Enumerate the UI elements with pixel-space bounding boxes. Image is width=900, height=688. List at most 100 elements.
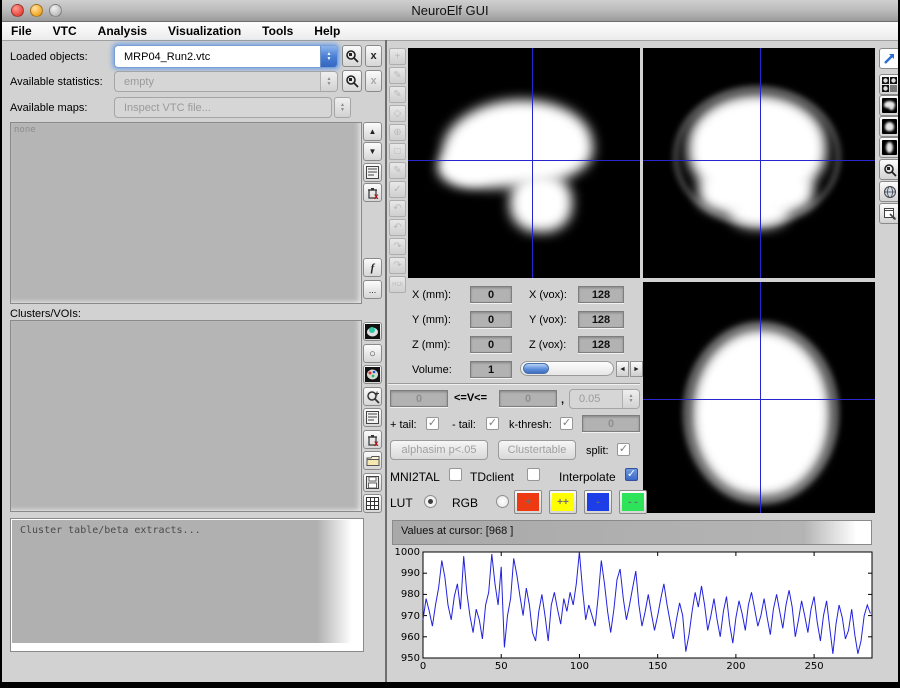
trash-icon: x <box>366 433 380 447</box>
x-vox-label: X (vox): <box>529 289 567 301</box>
loaded-objects-stepper[interactable]: ▲▼ <box>320 46 337 67</box>
roi-icon: ROI <box>392 282 403 288</box>
available-statistics-stepper: ▲▼ <box>320 72 337 91</box>
ellipsis-icon: ... <box>369 285 377 295</box>
lut-positive-color-button[interactable]: + <box>514 490 542 514</box>
map-formula-button[interactable]: f <box>363 258 382 277</box>
app-window: NeuroElf GUI File VTC Analysis Visualiza… <box>0 0 900 688</box>
left-arrow-icon: ◄ <box>619 366 626 373</box>
inspect-statistics-button[interactable] <box>342 70 362 92</box>
split-checkbox[interactable]: ✓ <box>617 443 630 456</box>
k-thresh-label: k-thresh: <box>509 419 552 431</box>
render-view-button[interactable] <box>879 181 898 202</box>
clusters-listbox[interactable] <box>10 320 362 512</box>
undo-icon: ↶ <box>393 203 401 214</box>
menu-analysis[interactable]: Analysis <box>98 24 147 38</box>
lut-positive2-color-button[interactable]: ++ <box>549 490 577 514</box>
menu-tools[interactable]: Tools <box>262 24 293 38</box>
available-maps-value: Inspect VTC file... <box>115 102 331 114</box>
cluster-show-on-brain-button[interactable] <box>363 322 382 341</box>
x-axis-tick-label: 200 <box>721 661 751 672</box>
axial-slice-button[interactable] <box>879 137 898 158</box>
mni2tal-checkbox[interactable] <box>449 468 462 481</box>
inspect-icon <box>345 49 359 63</box>
menu-visualization[interactable]: Visualization <box>168 24 241 38</box>
inspect-icon <box>345 74 359 88</box>
volume-slider-thumb[interactable] <box>523 363 549 374</box>
cluster-search-button[interactable] <box>363 387 382 406</box>
draw-tool-crosshair: + <box>389 48 406 65</box>
y-axis-tick-label: 970 <box>390 611 420 622</box>
y-axis-tick-label: 980 <box>390 589 420 600</box>
lut-radio[interactable] <box>424 495 437 508</box>
interpolate-checkbox[interactable]: ✓ <box>625 468 638 481</box>
coronal-slice-button[interactable] <box>879 116 898 137</box>
draw-tool-rotate-left: ↶ <box>389 219 406 236</box>
x-vox-field[interactable]: 128 <box>578 286 624 303</box>
y-vox-field[interactable]: 128 <box>578 311 624 328</box>
map-properties-button[interactable] <box>363 163 382 182</box>
map-move-up-button[interactable]: ▲ <box>363 122 382 141</box>
coronal-crosshair-horizontal <box>643 160 875 161</box>
menu-vtc[interactable]: VTC <box>53 24 77 38</box>
coronal-view[interactable] <box>643 48 875 278</box>
interpolate-label: Interpolate <box>559 470 616 484</box>
sagittal-view[interactable] <box>408 48 640 278</box>
pos-tail-checkbox[interactable]: ✓ <box>426 417 439 430</box>
cluster-table-textarea[interactable]: Cluster table/beta extracts... <box>10 518 364 652</box>
check-icon: ✓ <box>428 418 437 429</box>
map-delete-button[interactable]: x <box>363 183 382 202</box>
map-move-down-button[interactable]: ▼ <box>363 142 382 161</box>
brain-clusters-icon <box>365 367 380 382</box>
z-mm-field[interactable]: 0 <box>470 336 512 353</box>
p-value: 0.05 <box>570 393 622 405</box>
cluster-properties-button[interactable] <box>363 408 382 427</box>
available-statistics-label: Available statistics: <box>10 76 103 88</box>
available-maps-label: Available maps: <box>10 102 87 114</box>
close-object-button[interactable]: x <box>365 45 382 67</box>
cluster-save-button[interactable] <box>363 473 382 492</box>
available-statistics-value: empty <box>115 76 320 88</box>
rgb-radio[interactable] <box>496 495 509 508</box>
volume-prev-button[interactable]: ◄ <box>616 361 629 377</box>
menu-file[interactable]: File <box>11 24 32 38</box>
multi-slice-layout-button[interactable] <box>879 74 898 95</box>
draw-tool-roi: ROI <box>389 276 406 293</box>
cluster-delete-button[interactable]: x <box>363 430 382 449</box>
split-label: split: <box>586 445 609 457</box>
cluster-outline-button[interactable]: ○ <box>363 344 382 363</box>
lut-label: LUT <box>390 496 413 510</box>
volume-slider[interactable] <box>520 361 614 376</box>
z-vox-field[interactable]: 128 <box>578 336 624 353</box>
tdclient-checkbox[interactable] <box>527 468 540 481</box>
k-thresh-checkbox[interactable]: ✓ <box>560 417 573 430</box>
new-window-button[interactable] <box>879 203 898 224</box>
undock-button[interactable] <box>879 48 898 69</box>
x-axis-tick-label: 150 <box>643 661 673 672</box>
y-mm-field[interactable]: 0 <box>470 311 512 328</box>
menu-help[interactable]: Help <box>314 24 340 38</box>
cluster-colored-brain-button[interactable] <box>363 365 382 384</box>
cluster-table-button[interactable] <box>363 494 382 513</box>
square-icon: □ <box>394 146 400 157</box>
y-axis-tick-label: 1000 <box>390 547 420 558</box>
volume-next-button[interactable]: ► <box>630 361 643 377</box>
loaded-objects-dropdown[interactable]: MRP04_Run2.vtc ▲▼ <box>114 45 338 68</box>
x-mm-field[interactable]: 0 <box>470 286 512 303</box>
maps-listbox[interactable]: none <box>10 122 362 304</box>
cluster-open-button[interactable] <box>363 451 382 470</box>
neg-tail-checkbox[interactable]: ✓ <box>486 417 499 430</box>
map-more-button[interactable]: ... <box>363 280 382 299</box>
inspect-object-button[interactable] <box>342 45 362 67</box>
axial-view[interactable] <box>643 282 875 513</box>
volume-field[interactable]: 1 <box>470 361 512 378</box>
lut-negative2-color-button[interactable]: - - <box>619 490 647 514</box>
p-value-dropdown: 0.05 ▲▼ <box>569 389 640 409</box>
panel-divider <box>385 40 387 682</box>
inspect-view-button[interactable] <box>879 159 898 180</box>
lut-negative-color-button[interactable]: - <box>584 490 612 514</box>
formula-icon: f <box>371 262 375 274</box>
sagittal-slice-button[interactable] <box>879 95 898 116</box>
color-swatch-yellow: ++ <box>552 493 574 511</box>
title-bar: NeuroElf GUI <box>2 0 898 22</box>
